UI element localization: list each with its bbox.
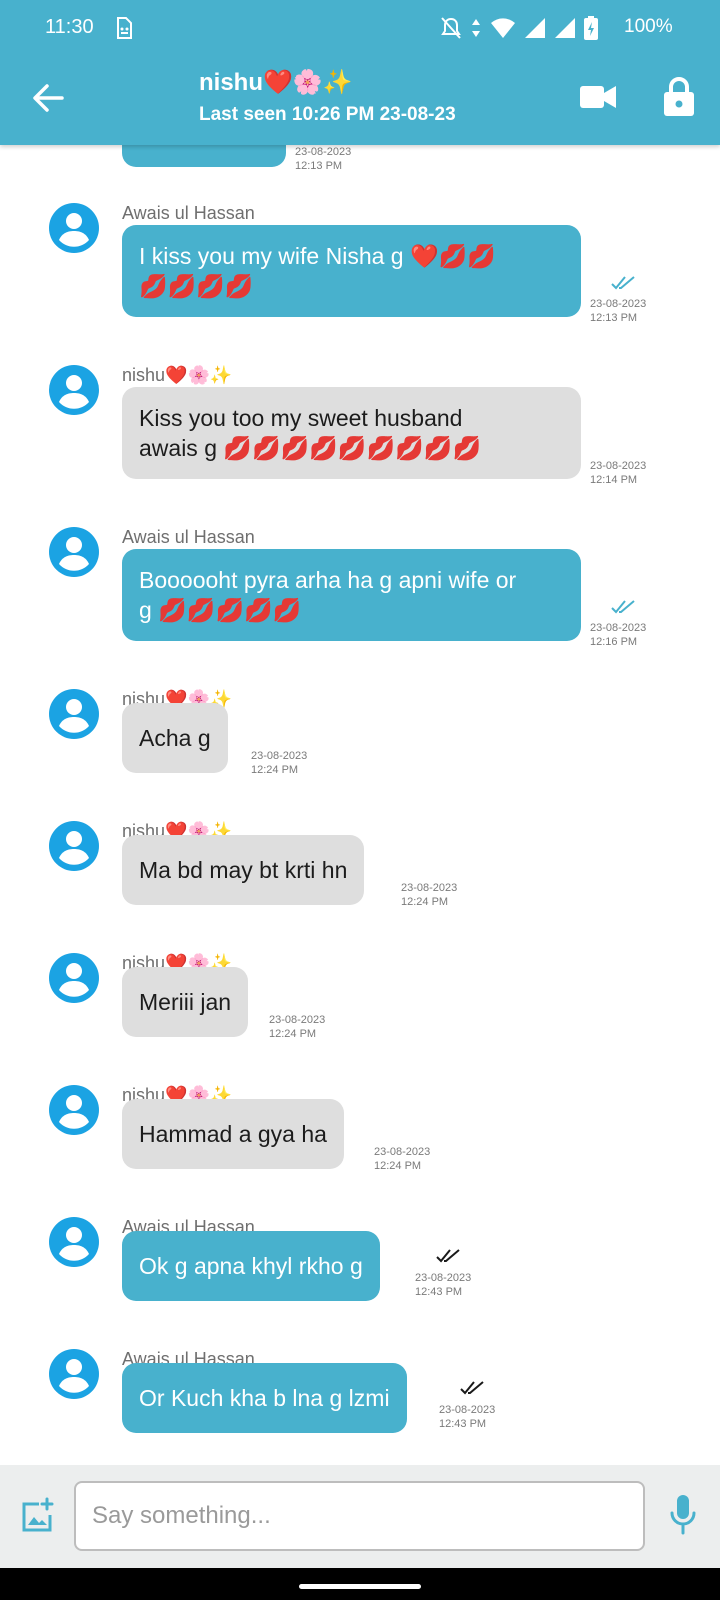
- message-timestamp: 23-08-2023 12:43 PM: [415, 1272, 472, 1298]
- delivered-receipt-icon: [436, 1249, 460, 1263]
- message-timestamp: 23-08-2023 12:24 PM: [269, 1014, 326, 1040]
- message-timestamp: 23-08-2023 12:14 PM: [590, 460, 647, 486]
- chat-screen: 11:30 100% nishu❤️🌸✨ Last seen 10:26 PM …: [0, 0, 720, 1600]
- avatar-icon[interactable]: [49, 203, 99, 253]
- read-receipt-icon: [611, 276, 635, 290]
- message-timestamp: 23-08-2023 12:24 PM: [251, 750, 308, 776]
- message-timestamp: 23-08-2023 12:13 PM: [295, 146, 352, 172]
- battery-charging-icon: [584, 16, 598, 40]
- avatar-icon[interactable]: [49, 689, 99, 739]
- notifications-off-icon: [441, 17, 461, 39]
- data-arrows-icon: [472, 19, 480, 37]
- status-time: 11:30: [45, 16, 94, 38]
- status-bar: 11:30 100%: [0, 0, 720, 56]
- message-bubble[interactable]: Boooooht pyra arha ha g apni wife or g 💋…: [122, 549, 581, 641]
- video-camera-icon[interactable]: [580, 84, 616, 110]
- avatar-icon[interactable]: [49, 527, 99, 577]
- lock-icon[interactable]: [662, 76, 696, 116]
- message-bubble[interactable]: Acha g: [122, 703, 228, 773]
- microphone-icon[interactable]: [668, 1493, 698, 1535]
- system-nav-bar: [0, 1568, 720, 1600]
- message-timestamp: 23-08-2023 12:24 PM: [401, 882, 458, 908]
- message-composer: [0, 1465, 720, 1568]
- contact-name[interactable]: nishu❤️🌸✨: [199, 68, 353, 97]
- avatar-icon[interactable]: [49, 1085, 99, 1135]
- cell-signal-icon: [525, 18, 545, 38]
- avatar-icon[interactable]: [49, 821, 99, 871]
- arrow-left-icon[interactable]: [28, 78, 68, 118]
- message-bubble[interactable]: [122, 145, 286, 167]
- add-image-icon[interactable]: [19, 1495, 57, 1533]
- message-list[interactable]: 23-08-2023 12:13 PM Awais ul Hassan I kis…: [0, 145, 720, 1465]
- message-timestamp: 23-08-2023 12:24 PM: [374, 1146, 431, 1172]
- status-icons: [440, 14, 598, 42]
- battery-percentage: 100%: [624, 16, 673, 37]
- message-bubble[interactable]: Hammad a gya ha: [122, 1099, 344, 1169]
- message-timestamp: 23-08-2023 12:13 PM: [590, 298, 647, 324]
- sender-name: nishu❤️🌸✨: [122, 365, 233, 385]
- message-timestamp: 23-08-2023 12:16 PM: [590, 622, 647, 648]
- cell-signal-2-icon: [555, 18, 575, 38]
- avatar-icon[interactable]: [49, 953, 99, 1003]
- message-bubble[interactable]: Ok g apna khyl rkho g: [122, 1231, 380, 1301]
- read-receipt-icon: [611, 600, 635, 614]
- avatar-icon[interactable]: [49, 1349, 99, 1399]
- sender-name: Awais ul Hassan: [122, 527, 255, 547]
- wifi-icon: [491, 18, 515, 38]
- message-bubble[interactable]: Meriii jan: [122, 967, 249, 1037]
- home-gesture-handle[interactable]: [299, 1584, 421, 1589]
- message-bubble[interactable]: I kiss you my wife Nisha g ❤️💋💋 💋💋💋💋: [122, 225, 581, 317]
- message-timestamp: 23-08-2023 12:43 PM: [439, 1404, 496, 1430]
- avatar-icon[interactable]: [49, 1217, 99, 1267]
- avatar-icon[interactable]: [49, 365, 99, 415]
- delivered-receipt-icon: [460, 1381, 484, 1395]
- sender-name: Awais ul Hassan: [122, 203, 255, 223]
- message-bubble[interactable]: Or Kuch kha b lna g lzmi: [122, 1363, 407, 1433]
- app-header: 11:30 100% nishu❤️🌸✨ Last seen 10:26 PM …: [0, 0, 720, 145]
- message-bubble[interactable]: Kiss you too my sweet husband awais g 💋💋…: [122, 387, 581, 479]
- last-seen: Last seen 10:26 PM 23-08-23: [199, 104, 456, 125]
- message-input[interactable]: [74, 1481, 645, 1551]
- sim-card-icon: [117, 17, 132, 39]
- message-bubble[interactable]: Ma bd may bt krti hn: [122, 835, 365, 905]
